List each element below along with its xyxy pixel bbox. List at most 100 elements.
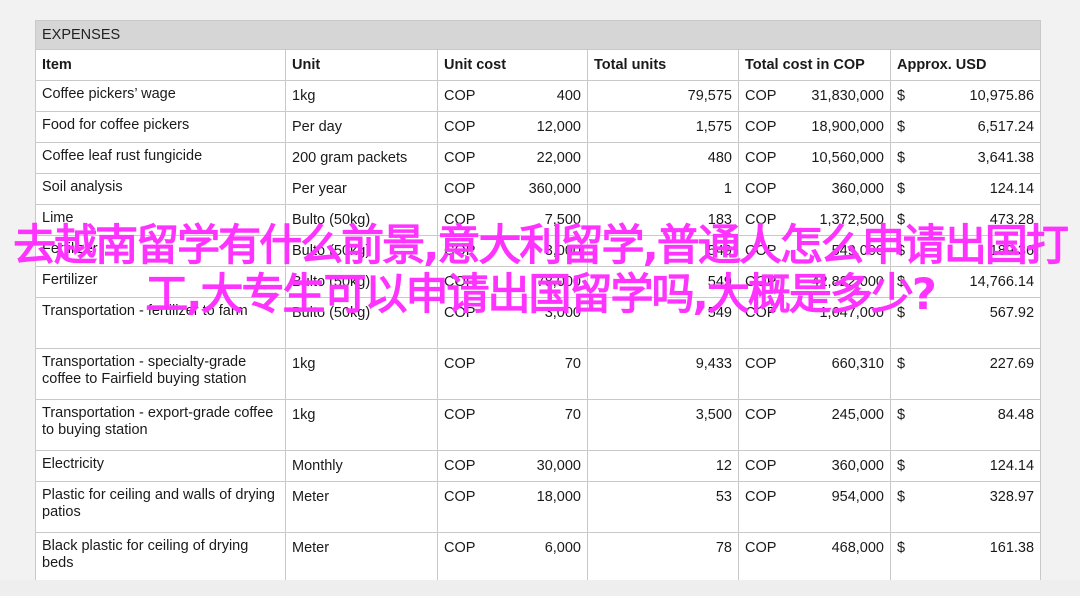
header-approx-usd: Approx. USD <box>889 49 1042 81</box>
unit-cost-value: 78,000 <box>536 274 581 290</box>
usd-value: 161.38 <box>989 540 1035 556</box>
total-cost-value: 10,560,000 <box>811 150 884 166</box>
cell-total-cost: COP 954,000 <box>738 481 891 533</box>
table-row: Soil analysis Per year COP 360,000 1 COP 360,0… <box>35 173 1042 205</box>
cell-unit-cost: COP 70 <box>437 399 588 451</box>
cell-total-cost: COP 245,000 <box>738 399 891 451</box>
total-cost-value: 360,000 <box>831 458 884 474</box>
total-cost-value: 18,900,000 <box>811 119 884 135</box>
sheet-title-row: EXPENSES <box>34 20 1042 50</box>
total-cost-value: 660,310 <box>831 356 884 372</box>
cell-total-units: 9,433 <box>587 348 739 400</box>
cell-unit-cost: COP 7,500 <box>437 204 588 236</box>
cell-total-units: 549 <box>587 235 739 267</box>
usd-currency: $ <box>897 181 906 197</box>
cell-item: Coffee pickers’ wage <box>35 80 286 112</box>
usd-currency: $ <box>897 274 906 290</box>
total-cost-currency: COP <box>745 407 777 423</box>
cell-total-cost: COP 549,000 <box>738 235 891 267</box>
unit-cost-value: 3,000 <box>544 243 581 259</box>
cell-total-units: 480 <box>587 142 739 174</box>
total-cost-value: 1,372,500 <box>819 212 884 228</box>
total-cost-currency: COP <box>745 458 777 474</box>
usd-currency: $ <box>897 489 906 505</box>
total-cost-currency: COP <box>745 88 777 104</box>
usd-currency: $ <box>897 540 906 556</box>
unit-cost-value: 70 <box>564 356 581 372</box>
total-cost-value: 31,830,000 <box>811 88 884 104</box>
cell-total-cost: COP 31,830,000 <box>738 80 891 112</box>
total-cost-currency: COP <box>745 119 777 135</box>
cell-item: Plastic for ceiling and walls of drying … <box>35 481 286 533</box>
table-row: Fertilizer Bulto (50kg) COP 78,000 549 COP 42,… <box>35 266 1042 298</box>
cell-item: Electricity <box>35 450 286 482</box>
table-row: Food for coffee pickers Per day COP 12,000 1… <box>35 111 1042 143</box>
cell-item: Transportation - specialty-grade coffee … <box>35 348 286 400</box>
total-cost-currency: COP <box>745 356 777 372</box>
cell-usd: $189.36 <box>889 235 1042 267</box>
total-cost-value: 1,647,000 <box>819 305 884 321</box>
unit-cost-currency: COP <box>444 489 476 505</box>
table-row: Transportation - fertilizer to farm Bulto… <box>35 297 1042 349</box>
header-total-units: Total units <box>587 49 739 81</box>
unit-cost-currency: COP <box>444 540 476 556</box>
unit-cost-currency: COP <box>444 212 476 228</box>
cell-item: Soil analysis <box>35 173 286 205</box>
cell-unit-cost: COP 18,000 <box>437 481 588 533</box>
cell-item: Fertilizer <box>35 266 286 298</box>
cell-total-cost: COP 18,900,000 <box>738 111 891 143</box>
cell-unit-cost: COP 70 <box>437 348 588 400</box>
cell-usd: $124.14 <box>889 173 1042 205</box>
unit-cost-value: 6,000 <box>544 540 581 556</box>
cell-usd: $10,975.86 <box>889 80 1042 112</box>
unit-cost-value: 70 <box>564 407 581 423</box>
total-cost-value: 468,000 <box>831 540 884 556</box>
cell-unit-cost: COP 78,000 <box>437 266 588 298</box>
usd-currency: $ <box>897 407 906 423</box>
cell-unit-cost: COP 360,000 <box>437 173 588 205</box>
unit-cost-currency: COP <box>444 407 476 423</box>
cell-total-cost: COP 660,310 <box>738 348 891 400</box>
cell-unit: Bulto (50kg) <box>285 297 438 349</box>
cell-total-units: 3,500 <box>587 399 739 451</box>
unit-cost-currency: COP <box>444 305 476 321</box>
total-cost-currency: COP <box>745 150 777 166</box>
cell-unit: Monthly <box>285 450 438 482</box>
cell-unit: Meter <box>285 532 438 584</box>
cell-usd: $227.69 <box>889 348 1042 400</box>
total-cost-currency: COP <box>745 489 777 505</box>
usd-value: 124.14 <box>989 181 1035 197</box>
unit-cost-value: 360,000 <box>528 181 581 197</box>
unit-cost-value: 3,000 <box>544 305 581 321</box>
unit-cost-value: 22,000 <box>536 150 581 166</box>
unit-cost-currency: COP <box>444 181 476 197</box>
usd-currency: $ <box>897 150 906 166</box>
cell-total-cost: COP 1,372,500 <box>738 204 891 236</box>
header-item: Item <box>35 49 286 81</box>
usd-value: 14,766.14 <box>969 274 1035 290</box>
cell-unit-cost: COP 3,000 <box>437 297 588 349</box>
usd-value: 3,641.38 <box>977 150 1035 166</box>
total-cost-currency: COP <box>745 540 777 556</box>
cell-item: Coffee leaf rust fungicide <box>35 142 286 174</box>
table-row: Coffee pickers’ wage 1kg COP 400 79,575 COP 31… <box>35 80 1042 112</box>
usd-currency: $ <box>897 305 906 321</box>
usd-value: 10,975.86 <box>969 88 1035 104</box>
unit-cost-currency: COP <box>444 274 476 290</box>
usd-currency: $ <box>897 458 906 474</box>
usd-value: 6,517.24 <box>977 119 1035 135</box>
cell-usd: $84.48 <box>889 399 1042 451</box>
total-cost-currency: COP <box>745 305 777 321</box>
table-row: Transportation - specialty-grade coffee … <box>35 348 1042 400</box>
cell-total-units: 1,575 <box>587 111 739 143</box>
unit-cost-currency: COP <box>444 88 476 104</box>
header-total-cost-cop: Total cost in COP <box>738 49 891 81</box>
usd-currency: $ <box>897 243 906 259</box>
cell-unit: 1kg <box>285 399 438 451</box>
unit-cost-currency: COP <box>444 243 476 259</box>
unit-cost-currency: COP <box>444 356 476 372</box>
total-cost-value: 954,000 <box>831 489 884 505</box>
usd-value: 473.28 <box>989 212 1035 228</box>
cell-unit: Bulto (50kg) <box>285 266 438 298</box>
table-row: Black plastic for ceiling of drying beds… <box>35 532 1042 584</box>
